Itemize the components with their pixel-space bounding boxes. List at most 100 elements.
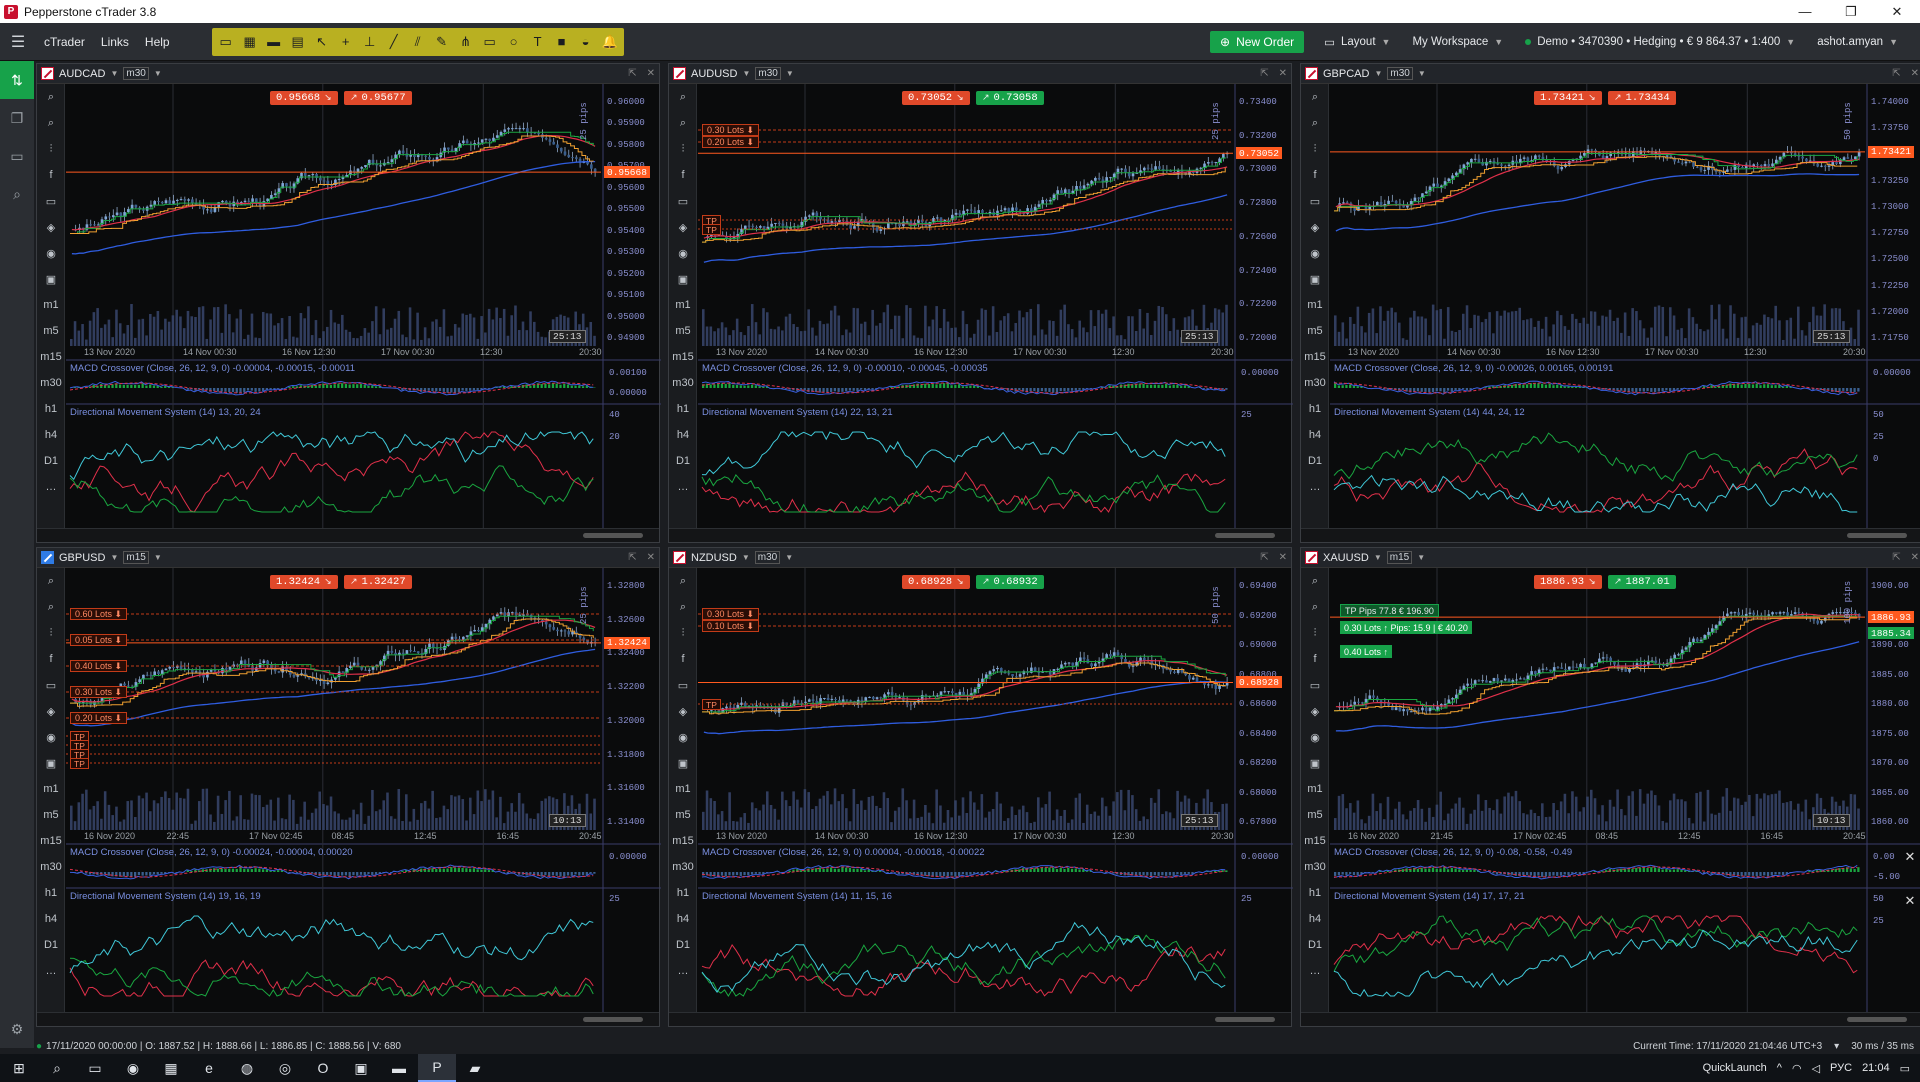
zoom-in-icon[interactable]: ⌕ (1301, 568, 1329, 594)
chart-horizontal-scrollbar[interactable] (37, 528, 659, 542)
new-order-button[interactable]: ⊕ New Order (1210, 30, 1305, 53)
timeframe-h4-icon[interactable]: h4 (1301, 906, 1329, 932)
open-position-tag[interactable]: 0.40 Lots ↑ (1340, 645, 1393, 659)
chevron-down-icon[interactable]: ▼ (110, 553, 118, 562)
timeframe-m15-icon[interactable]: m15 (669, 828, 697, 854)
timeframe-h4-icon[interactable]: h4 (37, 422, 65, 448)
timeframe-m5-icon[interactable]: m5 (37, 802, 65, 828)
timeframe-h4-icon[interactable]: h4 (669, 422, 697, 448)
trade-icon[interactable]: ⇅ (0, 61, 34, 99)
symbol-selector[interactable]: XAUUSD (1323, 552, 1369, 564)
zoom-in-icon[interactable]: ⌕ (669, 568, 697, 594)
timeframe-h1-icon[interactable]: h1 (37, 880, 65, 906)
chevron-down-icon[interactable]: ▼ (1417, 553, 1425, 562)
dms-indicator-title[interactable]: Directional Movement System (14) 13, 20,… (70, 407, 261, 418)
buy-price-button[interactable]: ↗ 0.68932 (976, 575, 1044, 589)
more-options-icon[interactable]: … (1301, 958, 1329, 984)
symbol-selector[interactable]: GBPCAD (1323, 68, 1369, 80)
buy-price-button[interactable]: ↗ 0.73058 (976, 91, 1044, 105)
menu-links[interactable]: Links (93, 35, 137, 49)
timeframe-h4-icon[interactable]: h4 (37, 906, 65, 932)
order-lots-tag[interactable]: 0.30 Lots ⬇ (702, 124, 760, 136)
take-profit-tag[interactable]: TP (702, 699, 721, 710)
price-chart-svg[interactable] (698, 84, 1293, 530)
more-options-icon[interactable]: … (669, 474, 697, 500)
drawing-settings-icon[interactable]: ▣ (37, 266, 65, 292)
eye-icon[interactable]: ◉ (1301, 240, 1329, 266)
take-profit-tag[interactable]: TP (70, 758, 89, 769)
timeframe-m5-icon[interactable]: m5 (37, 318, 65, 344)
sell-price-button[interactable]: 1.32424 ↘ (270, 575, 338, 589)
timeframe-m5-icon[interactable]: m5 (669, 802, 697, 828)
zoom-out-icon[interactable]: ⌕ (37, 110, 65, 136)
scroll-thumb[interactable] (583, 533, 643, 538)
zoom-in-icon[interactable]: ⌕ (1301, 84, 1329, 110)
dms-indicator-title[interactable]: Directional Movement System (14) 11, 15,… (702, 891, 892, 902)
pitchfork-icon[interactable]: ⋔ (458, 34, 474, 50)
timeframe-d1-icon[interactable]: D1 (1301, 932, 1329, 958)
detach-icon[interactable]: ⇱ (1260, 68, 1268, 79)
store-icon[interactable]: ▣ (342, 1054, 380, 1082)
chart-mode-icon[interactable]: ▭ (669, 672, 697, 698)
chevron-down-icon[interactable]: ▼ (110, 69, 118, 78)
chevron-down-icon[interactable]: ▼ (154, 69, 162, 78)
crosshair-icon[interactable]: + (338, 34, 354, 50)
timeframe-selector[interactable]: m30 (755, 67, 781, 80)
chevron-down-icon[interactable]: ▼ (1374, 69, 1382, 78)
chart-mode-icon[interactable]: ▭ (1301, 672, 1329, 698)
more-options-icon[interactable]: … (1301, 474, 1329, 500)
social-icon[interactable]: f (37, 162, 65, 188)
task-view-icon[interactable]: ▭ (76, 1054, 114, 1082)
buy-price-button[interactable]: ↗ 1887.01 (1608, 575, 1676, 589)
timeframe-h4-icon[interactable]: h4 (1301, 422, 1329, 448)
order-lots-tag[interactable]: 0.05 Lots ⬇ (70, 634, 128, 646)
social-icon[interactable]: f (669, 646, 697, 672)
analyze-icon[interactable]: ⌕ (0, 175, 34, 213)
hamburger-menu-icon[interactable]: ☰ (0, 32, 36, 52)
timeframe-h4-icon[interactable]: h4 (669, 906, 697, 932)
indicators-icon[interactable]: ⫶ (669, 620, 697, 646)
drawing-settings-icon[interactable]: ▣ (37, 750, 65, 776)
buy-price-button[interactable]: ↗ 1.73434 (1608, 91, 1676, 105)
timeframe-h1-icon[interactable]: h1 (1301, 396, 1329, 422)
color-icon[interactable]: ■ (554, 34, 570, 50)
detach-icon[interactable]: ⇱ (628, 552, 636, 563)
buy-price-button[interactable]: ↗ 0.95677 (344, 91, 412, 105)
timeframe-m15-icon[interactable]: m15 (669, 344, 697, 370)
network-icon[interactable]: ◠ (1792, 1062, 1802, 1075)
timeframe-m30-icon[interactable]: m30 (1301, 370, 1329, 396)
take-profit-tag[interactable]: TP (702, 224, 721, 235)
app-icon-1[interactable]: ◉ (114, 1054, 152, 1082)
social-icon[interactable]: f (1301, 646, 1329, 672)
drawing-settings-icon[interactable]: ▣ (1301, 750, 1329, 776)
sell-price-button[interactable]: 0.95668 ↘ (270, 91, 338, 105)
dms-indicator-title[interactable]: Directional Movement System (14) 17, 17,… (1334, 891, 1525, 902)
timeframe-h1-icon[interactable]: h1 (1301, 880, 1329, 906)
language-indicator[interactable]: РУС (1830, 1062, 1852, 1074)
timeframe-h1-icon[interactable]: h1 (669, 396, 697, 422)
timeframe-d1-icon[interactable]: D1 (669, 448, 697, 474)
layers-icon[interactable]: ◈ (669, 214, 697, 240)
zoom-out-icon[interactable]: ⌕ (37, 594, 65, 620)
close-indicator-icon[interactable]: ✕ (1903, 849, 1917, 864)
multi-layout-icon[interactable]: ▤ (290, 34, 306, 50)
calculator-icon[interactable]: ▦ (152, 1054, 190, 1082)
timeframe-d1-icon[interactable]: D1 (669, 932, 697, 958)
eye-icon[interactable]: ◉ (669, 240, 697, 266)
layers-icon[interactable]: ◈ (37, 214, 65, 240)
opera-icon[interactable]: O (304, 1054, 342, 1082)
drawing-settings-icon[interactable]: ▣ (669, 750, 697, 776)
chart-mode-icon[interactable]: ▭ (37, 188, 65, 214)
zoom-out-icon[interactable]: ⌕ (669, 594, 697, 620)
layers-icon[interactable]: ◈ (669, 698, 697, 724)
chart-horizontal-scrollbar[interactable] (37, 1012, 659, 1026)
chart-mode-icon[interactable]: ▭ (37, 672, 65, 698)
grid-layout-icon[interactable]: ▦ (242, 34, 258, 50)
close-chart-icon[interactable]: ✕ (647, 68, 655, 79)
timeframe-m1-icon[interactable]: m1 (37, 292, 65, 318)
fib-icon[interactable]: ⫽ (410, 34, 426, 50)
social-icon[interactable]: f (37, 646, 65, 672)
windows-start-icon[interactable]: ⊞ (0, 1054, 38, 1082)
chart-horizontal-scrollbar[interactable] (669, 1012, 1291, 1026)
price-chart-svg[interactable] (698, 568, 1293, 1014)
